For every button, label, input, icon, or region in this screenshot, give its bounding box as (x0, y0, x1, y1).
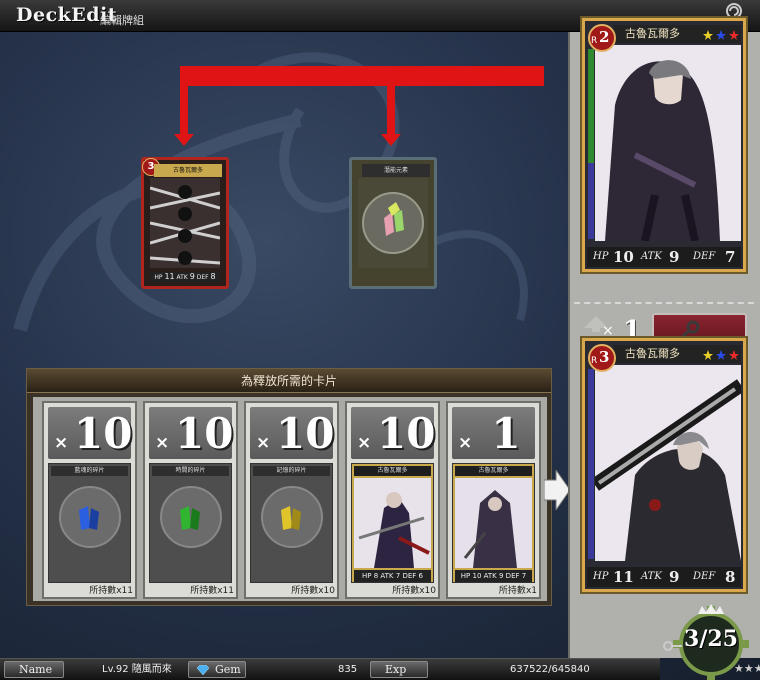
atk-value: 9 (669, 248, 680, 266)
card-name: 時間的碎片 (152, 466, 229, 476)
atk-value: 9 (669, 568, 680, 586)
gem-value: 835 (338, 664, 358, 675)
requirements-list: × 10 藍魂的碎片 所持數x11 × 10 時間的碎片 所持數x11 × 10… (33, 397, 547, 601)
release-requirements-panel: 為釋放所需的卡片 × 10 藍魂的碎片 所持數x11 × 10 時間的碎片 所持… (26, 368, 552, 606)
character-art (455, 478, 532, 568)
gem-circle (160, 486, 222, 548)
required-count-box: × 10 (48, 407, 133, 459)
card-stats: HP 11 ATK 9 DEF 8 (150, 272, 220, 282)
arrow-down-icon (381, 134, 401, 146)
hp-value: 11 (613, 568, 634, 586)
card-name: 藍魂的碎片 (51, 466, 128, 476)
blue-gem-icon (79, 506, 99, 530)
element-stars-icon (703, 350, 739, 360)
gem-circle (59, 486, 121, 548)
requirements-title: 為釋放所需的卡片 (240, 374, 337, 388)
released-card-preview[interactable]: 古魯瓦爾多 R 3 HP 11 ATK 9 DEF 8 (580, 336, 748, 594)
exp-value: 637522/645840 (510, 664, 590, 675)
required-count-box: × 10 (250, 407, 335, 459)
card-stats: HP 11 ATK 9 DEF 8 (587, 567, 741, 587)
requirements-header: 為釋放所需的卡片 (27, 369, 551, 393)
green-gem-icon (180, 506, 200, 530)
card-side-bar (588, 49, 594, 239)
character-art (595, 365, 741, 561)
requirement-card[interactable]: × 10 時間的碎片 所持數x11 (143, 401, 238, 599)
element-stars-icon (703, 30, 739, 40)
required-count-box: × 10 (351, 407, 436, 459)
rank-badge: R 2 (587, 23, 617, 53)
name-tag: Name (4, 661, 64, 678)
card-name: 古魯瓦爾多 (455, 466, 532, 476)
owned-count: 所持數x11 (190, 586, 234, 596)
gem-tag: Gem (188, 661, 246, 678)
card-frame: 古魯瓦爾多 HP 10 ATK 9 DEF 7 (452, 463, 535, 583)
required-count: 1 (491, 409, 521, 458)
def-value: 8 (725, 568, 736, 586)
player-name: Lv.92 隨風而來 (102, 664, 172, 675)
required-count-box: × 1 (452, 407, 535, 459)
hp-value: 10 (613, 248, 634, 266)
divider (574, 302, 754, 304)
rank-badge: R 3 (587, 343, 617, 373)
player-status-bar: Name Lv.92 隨風而來 Gem 835 Exp 637522/64584… (0, 658, 660, 680)
required-count: 10 (175, 409, 234, 458)
owned-count: 所持數x11 (89, 586, 133, 596)
svg-text:★★★: ★★★ (734, 662, 760, 675)
requirement-card[interactable]: × 1 古魯瓦爾多 HP 10 ATK 9 DEF 7 所持數x1 (446, 401, 541, 599)
locked-character-card[interactable]: 3 古魯瓦爾多 HP 11 ATK 9 DEF 8 (141, 157, 229, 289)
arrow-down-icon (174, 134, 194, 146)
owned-count: 所持數x1 (498, 586, 537, 596)
required-count: 10 (377, 409, 436, 458)
character-art (595, 45, 741, 241)
page-subtitle: 編輯牌組 (100, 14, 144, 27)
card-side-bar (588, 369, 594, 559)
material-card[interactable]: 潛能元素 (349, 157, 437, 289)
owned-count: 所持數x10 (291, 586, 335, 596)
card-name: 古魯瓦爾多 (354, 466, 431, 476)
def-value: 7 (725, 248, 736, 266)
current-card[interactable]: 古魯瓦爾多 R 2 HP 10 ATK 9 DEF 7 (580, 16, 748, 274)
chained-card-art (150, 178, 220, 268)
owned-count: 所持數x10 (392, 586, 436, 596)
card-frame: 藍魂的碎片 (48, 463, 131, 583)
deck-counter: ★★★ 3/25 (656, 600, 760, 680)
card-name: 潛能元素 (362, 164, 430, 177)
requirement-card[interactable]: × 10 記憶的碎片 所持數x10 (244, 401, 339, 599)
card-frame: 古魯瓦爾多 HP 8 ATK 7 DEF 6 (351, 463, 434, 583)
exp-tag: Exp (370, 661, 428, 678)
card-stats: HP 10 ATK 9 DEF 7 (455, 570, 532, 582)
requirement-card[interactable]: × 10 藍魂的碎片 所持數x11 (42, 401, 137, 599)
required-count: 10 (74, 409, 133, 458)
required-count: 10 (276, 409, 335, 458)
potential-gem-art (358, 178, 428, 268)
gem-icon (197, 665, 209, 675)
character-art (354, 478, 431, 568)
card-stats: HP 8 ATK 7 DEF 6 (354, 570, 431, 582)
requirement-card[interactable]: × 10 古魯瓦爾多 HP 8 ATK 7 DEF 6 所持數x10 (345, 401, 440, 599)
gem-circle (261, 486, 323, 548)
card-frame: 記憶的碎片 (250, 463, 333, 583)
card-name: 記憶的碎片 (253, 466, 330, 476)
card-stats: HP 10 ATK 9 DEF 7 (587, 247, 741, 267)
deck-count: 3/25 (684, 626, 738, 652)
required-count-box: × 10 (149, 407, 234, 459)
card-frame: 時間的碎片 (149, 463, 232, 583)
card-name: 古魯瓦爾多 (154, 164, 222, 177)
next-arrow-icon (544, 470, 570, 510)
yellow-gem-icon (281, 506, 301, 530)
